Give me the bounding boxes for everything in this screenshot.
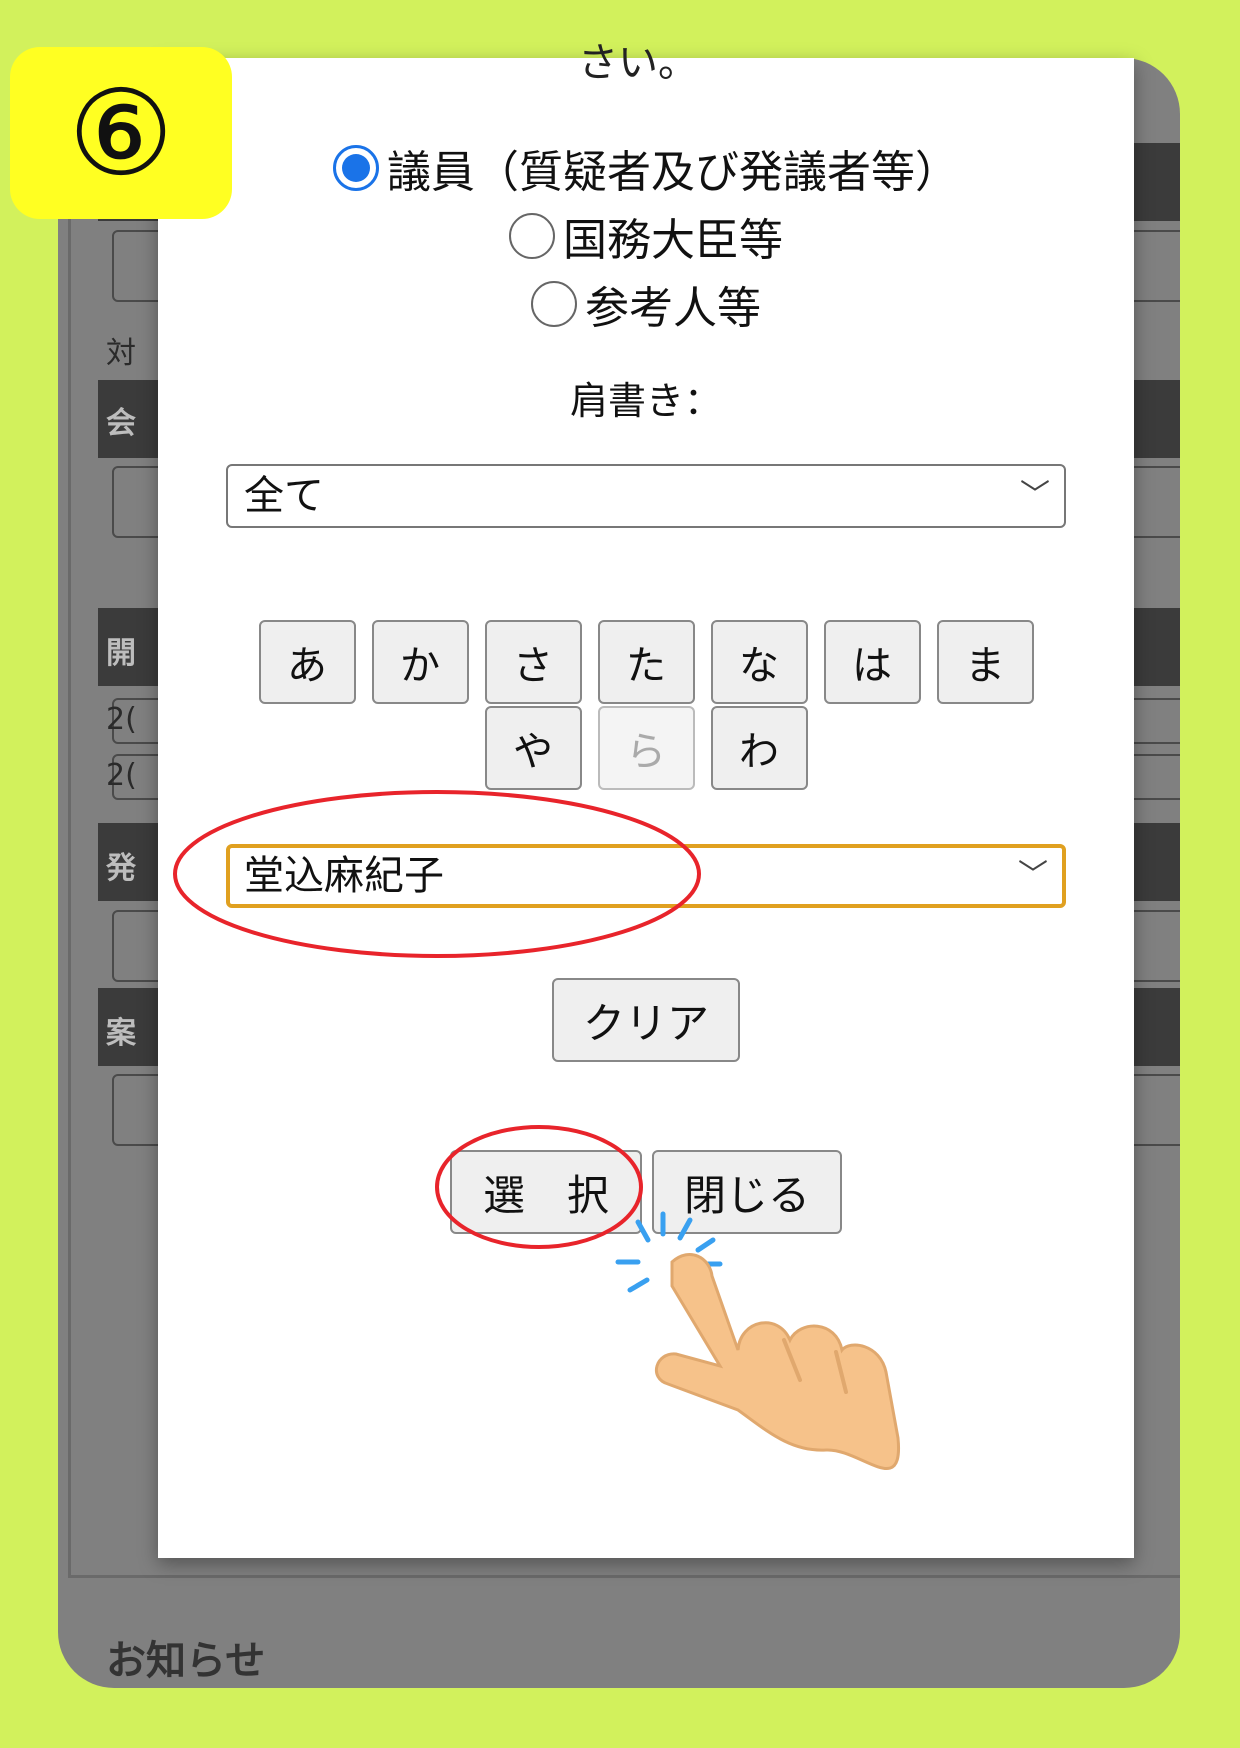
clear-button[interactable]: クリア — [552, 978, 740, 1062]
radio-witness[interactable]: 参考人等 — [158, 272, 1134, 336]
radio-minister[interactable]: 国務大臣等 — [158, 204, 1134, 268]
radio-legislator[interactable]: 議員（質疑者及び発議者等） — [158, 136, 1134, 200]
close-button[interactable]: 閉じる — [652, 1150, 842, 1234]
radio-checked-icon[interactable] — [333, 145, 379, 191]
kana-row-1: あ か さ た な は ま — [158, 620, 1134, 704]
radio-witness-label: 参考人等 — [585, 283, 761, 334]
kana-button-a[interactable]: あ — [258, 620, 356, 704]
kana-button-ma[interactable]: ま — [936, 620, 1034, 704]
background-footer-text: お知らせ — [106, 1638, 266, 1684]
title-select-value: 全て — [244, 473, 324, 519]
clipped-instruction-text: さい。 — [578, 40, 698, 86]
speaker-name-select[interactable]: 堂込麻紀子 ﹀ — [226, 844, 1066, 908]
speaker-name-value: 堂込麻紀子 — [244, 853, 444, 899]
select-button[interactable]: 選 択 — [450, 1150, 642, 1234]
kana-button-ha[interactable]: は — [823, 620, 921, 704]
title-select[interactable]: 全て ﹀ — [226, 464, 1066, 528]
kana-button-na[interactable]: な — [710, 620, 808, 704]
kana-button-ya[interactable]: や — [484, 706, 582, 790]
background-date-text: 2( — [106, 758, 137, 793]
kana-button-ta[interactable]: た — [597, 620, 695, 704]
background-section-label: 開 — [106, 636, 136, 671]
kana-row-2: や ら わ — [158, 706, 1134, 790]
step-number-badge: ⑥ — [10, 47, 232, 219]
radio-legislator-label: 議員（質疑者及び発議者等） — [387, 147, 959, 198]
background-section-label: 会 — [106, 406, 136, 441]
background-section-label: 発 — [106, 851, 136, 886]
radio-unchecked-icon[interactable] — [531, 281, 577, 327]
kana-button-sa[interactable]: さ — [484, 620, 582, 704]
background-date-text: 2( — [106, 702, 137, 737]
chevron-down-icon: ﹀ — [1018, 858, 1048, 893]
kana-button-ka[interactable]: か — [371, 620, 469, 704]
background-label: 対 — [106, 336, 136, 371]
radio-minister-label: 国務大臣等 — [563, 215, 783, 266]
kana-button-wa[interactable]: わ — [710, 706, 808, 790]
chevron-down-icon: ﹀ — [1020, 478, 1050, 513]
background-section-label: 案 — [106, 1016, 136, 1051]
radio-unchecked-icon[interactable] — [509, 213, 555, 259]
title-label: 肩書き： — [569, 379, 722, 423]
speaker-select-modal: さい。 議員（質疑者及び発議者等） 国務大臣等 参考人等 肩書き： 全て ﹀ あ… — [158, 40, 1134, 1558]
kana-button-ra: ら — [597, 706, 695, 790]
